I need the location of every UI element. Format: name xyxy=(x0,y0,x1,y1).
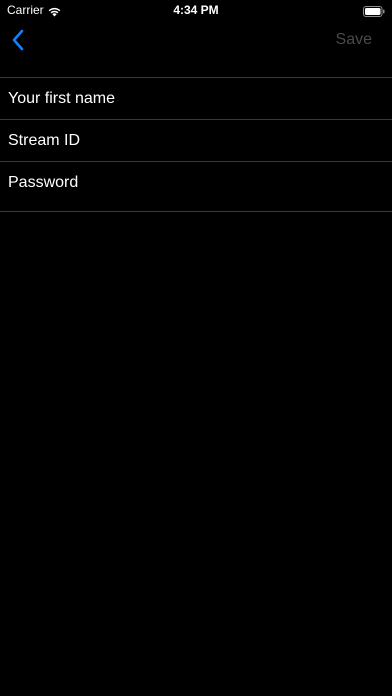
password-row xyxy=(0,162,392,211)
password-field[interactable] xyxy=(8,162,384,203)
divider xyxy=(0,211,392,212)
first-name-field[interactable] xyxy=(8,78,384,119)
stream-id-row xyxy=(0,120,392,161)
status-bar: Carrier 4:34 PM xyxy=(0,0,392,22)
stream-id-field[interactable] xyxy=(8,120,384,161)
profile-form xyxy=(0,77,392,212)
save-button[interactable]: Save xyxy=(336,31,372,49)
back-button[interactable] xyxy=(6,26,32,54)
battery-icon xyxy=(363,4,385,17)
first-name-row xyxy=(0,78,392,119)
status-time: 4:34 PM xyxy=(173,3,219,17)
navigation-bar: Save xyxy=(0,22,392,58)
chevron-left-icon xyxy=(6,26,32,54)
